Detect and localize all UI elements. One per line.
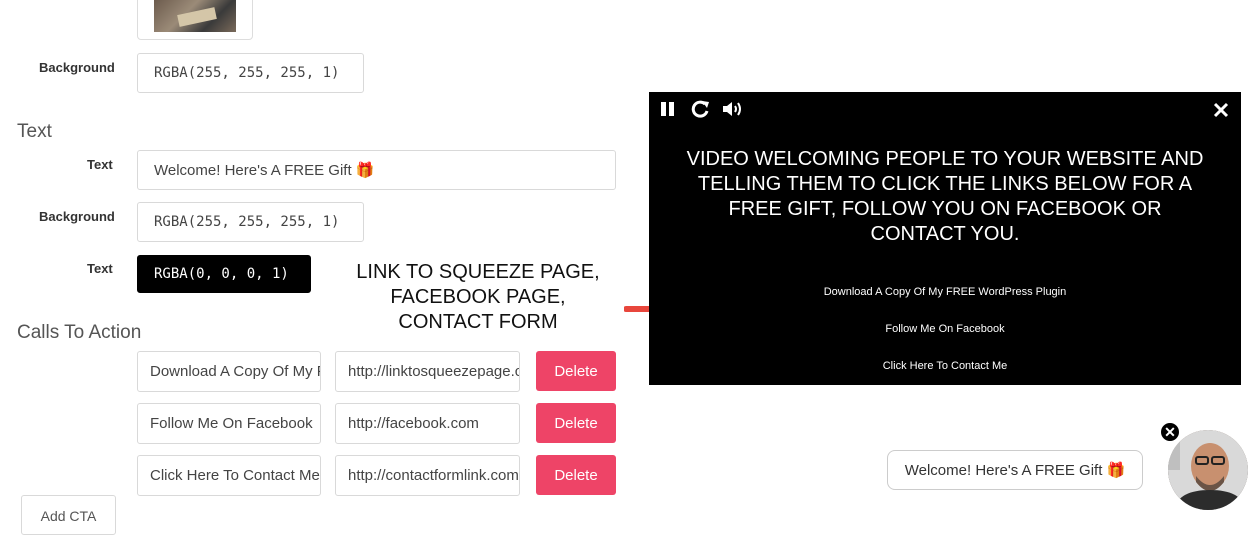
cta-url-input-2[interactable]: http://facebook.com bbox=[335, 403, 520, 444]
text-input[interactable]: Welcome! Here's A FREE Gift 🎁 bbox=[137, 150, 616, 190]
cta-url-input-1[interactable]: http://linktosqueezepage.com bbox=[335, 351, 520, 392]
thumbnail-sign bbox=[177, 7, 217, 27]
image-thumbnail-box[interactable] bbox=[137, 0, 253, 40]
image-background-field[interactable]: RGBA(255, 255, 255, 1) bbox=[137, 53, 364, 93]
text-color-label: Text bbox=[87, 261, 113, 276]
cta-delete-button-1[interactable]: Delete bbox=[536, 351, 616, 391]
image-background-label: Background bbox=[39, 60, 115, 75]
text-section-heading: Text bbox=[17, 121, 52, 142]
annotation-text: LINK TO SQUEEZE PAGE, FACEBOOK PAGE, CON… bbox=[356, 261, 600, 333]
close-icon[interactable] bbox=[1213, 102, 1229, 118]
video-link-contact[interactable]: Click Here To Contact Me bbox=[649, 360, 1241, 372]
image-thumbnail bbox=[154, 0, 236, 32]
add-cta-button[interactable]: Add CTA bbox=[21, 495, 116, 535]
avatar[interactable] bbox=[1168, 430, 1248, 510]
cta-url-input-3[interactable]: http://contactformlink.com bbox=[335, 455, 520, 496]
volume-icon[interactable] bbox=[722, 100, 744, 118]
text-background-field[interactable]: RGBA(255, 255, 255, 1) bbox=[137, 202, 364, 242]
replay-icon[interactable] bbox=[690, 100, 710, 118]
cta-label-input-1[interactable]: Download A Copy Of My FREE WordPress Plu… bbox=[137, 351, 321, 392]
pause-icon[interactable] bbox=[660, 100, 676, 118]
video-title: VIDEO WELCOMING PEOPLE TO YOUR WEBSITE A… bbox=[686, 148, 1204, 245]
video-player[interactable]: VIDEO WELCOMING PEOPLE TO YOUR WEBSITE A… bbox=[649, 92, 1241, 385]
text-label: Text bbox=[87, 157, 113, 172]
video-link-facebook[interactable]: Follow Me On Facebook bbox=[649, 323, 1241, 335]
cta-section-heading: Calls To Action bbox=[17, 322, 142, 343]
cta-label-input-3[interactable]: Click Here To Contact Me bbox=[137, 455, 321, 496]
cta-delete-button-2[interactable]: Delete bbox=[536, 403, 616, 443]
video-link-download[interactable]: Download A Copy Of My FREE WordPress Plu… bbox=[649, 286, 1241, 298]
cta-label-input-2[interactable]: Follow Me On Facebook bbox=[137, 403, 321, 444]
close-icon[interactable]: ✕ bbox=[1159, 421, 1181, 443]
text-background-label: Background bbox=[39, 209, 115, 224]
cta-delete-button-3[interactable]: Delete bbox=[536, 455, 616, 495]
welcome-bubble[interactable]: Welcome! Here's A FREE Gift 🎁 bbox=[887, 450, 1143, 490]
avatar-illustration bbox=[1168, 430, 1248, 510]
text-color-field[interactable]: RGBA(0, 0, 0, 1) bbox=[137, 255, 311, 293]
